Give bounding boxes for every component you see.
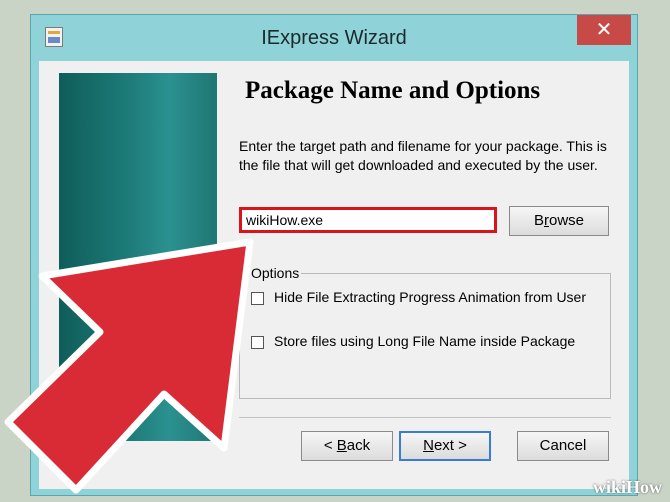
options-legend: Options [249, 265, 302, 281]
page-description: Enter the target path and filename for y… [239, 138, 607, 173]
checkbox-long-filenames[interactable] [251, 335, 264, 349]
next-button[interactable]: Next > [399, 431, 491, 461]
window-title: IExpress Wizard [261, 27, 407, 49]
title-bar[interactable]: IExpress Wizard ✕ [31, 15, 637, 61]
watermark-logo: wikiHow [592, 477, 662, 497]
page-heading: Package Name and Options [245, 77, 541, 104]
checkbox-hide-progress[interactable] [251, 291, 264, 305]
back-button[interactable]: < Back [301, 431, 393, 461]
button-divider [239, 417, 611, 418]
cancel-button[interactable]: Cancel [517, 431, 609, 461]
close-button[interactable]: ✕ [577, 15, 631, 45]
option-hide-progress[interactable]: Hide File Extracting Progress Animation … [251, 289, 586, 305]
option-hide-progress-label: Hide File Extracting Progress Animation … [274, 289, 586, 305]
iexpress-wizard-window: IExpress Wizard ✕ Package Name and Optio… [30, 14, 638, 496]
option-long-filenames-label: Store files using Long File Name inside … [274, 333, 576, 349]
wizard-side-banner [59, 73, 217, 441]
wizard-body: Package Name and Options Enter the targe… [39, 61, 629, 489]
browse-button[interactable]: Browse [509, 206, 609, 236]
package-path-input[interactable] [239, 207, 497, 233]
option-long-filenames[interactable]: Store files using Long File Name inside … [251, 333, 575, 349]
